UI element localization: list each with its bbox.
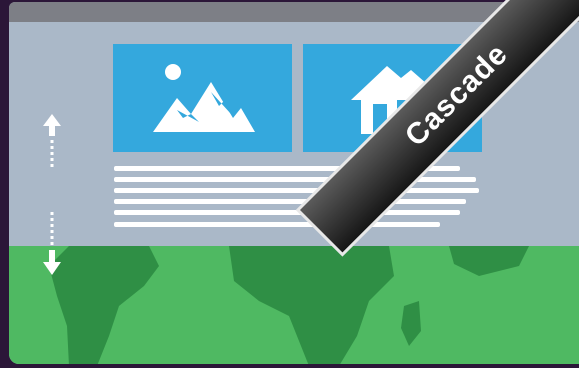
scroll-direction-indicator	[39, 112, 65, 287]
arrow-down-icon	[43, 250, 61, 275]
continent-europe	[449, 246, 529, 276]
continent-south-america	[49, 246, 159, 364]
image-tile	[113, 44, 292, 152]
continent-africa	[229, 246, 394, 364]
text-line	[114, 177, 476, 182]
cascade-illustration: Cascade	[0, 0, 579, 368]
mountain-landscape-icon	[153, 64, 255, 132]
world-map-footer	[9, 246, 579, 364]
text-line	[114, 222, 440, 227]
continent-island	[401, 301, 421, 346]
text-line	[114, 199, 466, 204]
arrow-up-icon	[43, 114, 61, 136]
text-line	[114, 210, 460, 215]
text-line	[114, 188, 479, 193]
